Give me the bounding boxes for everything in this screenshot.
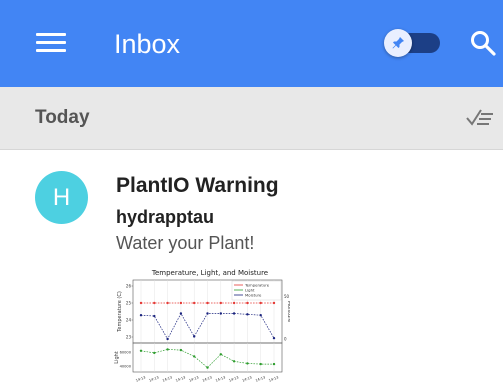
email-sender: hydrapptau xyxy=(116,207,215,227)
chart-data-point xyxy=(179,312,183,315)
chart-data-point xyxy=(246,301,249,305)
chart-ytick-label: 40000 xyxy=(120,365,132,369)
chart-data-point xyxy=(259,362,262,366)
chart-data-point xyxy=(232,301,236,305)
chart-data-point xyxy=(219,301,222,305)
chart-title: Temperature, Light, and Moisture xyxy=(151,269,268,277)
pin-icon xyxy=(392,37,404,49)
chart-data-point xyxy=(193,301,196,305)
chart-ytick-label: 24 xyxy=(126,318,132,323)
chart-ylabel: Temperature (C) xyxy=(117,291,123,333)
page-title: Inbox xyxy=(114,29,181,59)
chart-ytick-label: 23 xyxy=(126,335,132,340)
chart-data-point xyxy=(259,314,262,317)
search-icon[interactable] xyxy=(470,30,496,56)
chart-data-point xyxy=(179,348,183,352)
chart-data-point xyxy=(193,355,196,358)
mark-done-icon[interactable] xyxy=(466,106,494,128)
chart-attachment[interactable]: Temperature, Light, and Moisture 26 25 24 2… xyxy=(112,266,292,385)
chart-data-point xyxy=(246,313,249,316)
hamburger-menu-icon[interactable] xyxy=(36,33,66,53)
chart-ytick-label: 60000 xyxy=(120,351,132,355)
email-snippet: Water your Plant! xyxy=(116,233,255,253)
chart-data-point xyxy=(193,335,196,338)
chart-data-point xyxy=(219,353,222,356)
chart-data-point xyxy=(139,301,143,305)
section-header: Today xyxy=(0,87,503,150)
toggle-thumb xyxy=(384,29,412,57)
chart-data-point xyxy=(206,366,209,369)
chart-data-point xyxy=(139,349,143,352)
chart-data-point xyxy=(166,301,169,305)
chart-data-point xyxy=(232,312,236,315)
chart-legend: TemperatureLightMoisture xyxy=(231,280,282,301)
chart-ylabel: Light xyxy=(114,351,120,364)
chart-data-point xyxy=(179,301,183,305)
chart-data-point xyxy=(272,336,276,340)
chart-data-point xyxy=(272,362,276,366)
chart-data-point xyxy=(259,301,262,305)
chart-data-point xyxy=(232,360,236,363)
chart-data-point xyxy=(272,301,276,305)
chart-data-point xyxy=(166,348,169,351)
chart-ytick-right-label: 50 xyxy=(284,294,290,299)
chart-data-point xyxy=(206,301,209,305)
app-bar: Inbox xyxy=(0,0,503,87)
chart-data-point xyxy=(206,312,209,315)
chart-data-point xyxy=(246,362,249,365)
chart-image: Temperature, Light, and Moisture 26 25 24 2… xyxy=(112,266,292,385)
section-label: Today xyxy=(35,107,90,128)
chart-data-point xyxy=(219,312,222,315)
chart-data-point xyxy=(153,301,156,305)
chart-ytick-label: 25 xyxy=(126,301,132,306)
chart-data-point xyxy=(166,337,169,341)
email-subject: PlantIO Warning xyxy=(116,174,279,197)
pinned-toggle[interactable] xyxy=(384,29,440,57)
avatar: H xyxy=(35,171,88,224)
email-item[interactable]: PlantIO Warning hydrapptau Water your Pl… xyxy=(116,172,486,254)
chart-data-point xyxy=(153,314,156,318)
chart-data-point xyxy=(139,314,143,317)
chart-ylabel-right: Moisture xyxy=(286,301,290,323)
chart-legend-label: Moisture xyxy=(245,292,262,297)
chart-data-point xyxy=(153,351,156,355)
chart-ytick-label: 26 xyxy=(126,284,132,289)
